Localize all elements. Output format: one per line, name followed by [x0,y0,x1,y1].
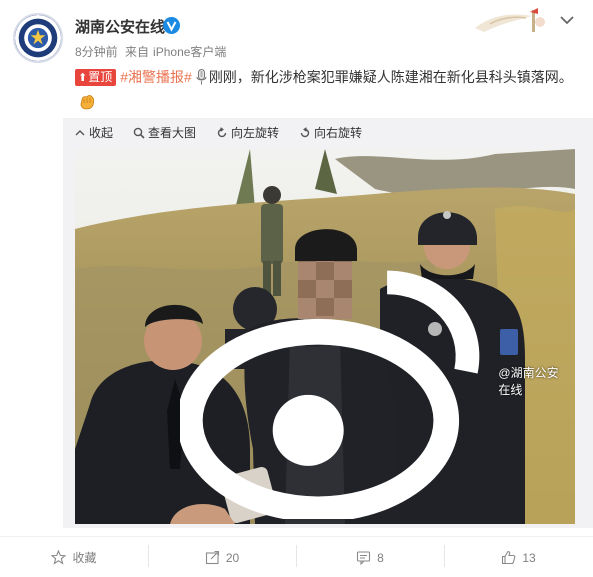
collapse-button[interactable]: 收起 [74,124,113,141]
repost-count: 20 [225,550,240,565]
post-source[interactable]: iPhone客户端 [153,45,226,59]
comment-button[interactable]: 8 [296,537,444,577]
photo-watermark: @湖南公安在线 [179,243,567,519]
card-decoration-icon [475,8,545,32]
pinned-label: 置顶 [88,70,113,84]
post-time[interactable]: 8分钟前 [75,45,118,59]
favorite-label: 收藏 [72,551,97,565]
chevron-down-icon[interactable] [559,14,575,26]
repost-icon [205,550,219,565]
rotate-left-label: 向左旋转 [231,126,280,140]
rotate-left-icon [217,127,227,138]
image-viewer: 收起 查看大图 向左旋转 向右旋转 @湖南公安在线 [63,118,593,528]
post-meta: 8分钟前 来自 iPhone客户端 [75,43,230,60]
account-name[interactable]: 湖南公安在线 [75,16,165,37]
fist-emoji-icon [80,95,95,110]
action-bar: 收藏 20 8 13 [0,536,593,577]
magnifier-icon [133,127,145,139]
rotate-left-button[interactable]: 向左旋转 [216,124,279,141]
like-count: 13 [522,550,536,565]
post-body: 刚刚，新化涉枪案犯罪嫌疑人陈建湘在新化县科头镇落网。 [208,69,573,85]
collapse-label: 收起 [89,126,114,140]
topic-link[interactable]: #湘警播报# [120,69,192,85]
collapse-icon [75,130,85,136]
comment-icon [357,551,371,565]
pin-arrow-icon: ⬆ [78,72,88,84]
weibo-logo-icon [179,270,480,519]
post-text: ⬆置顶 #湘警播报# 刚刚，新化涉枪案犯罪嫌疑人陈建湘在新化县科头镇落网。 [75,65,575,115]
star-icon [51,550,67,565]
thumbs-up-icon [502,550,516,565]
source-prefix: 来自 [125,45,150,59]
avatar[interactable] [13,13,63,63]
comment-count: 8 [377,550,384,565]
rotate-right-label: 向右旋转 [314,126,363,140]
rotate-right-icon [300,127,310,138]
pinned-badge: ⬆置顶 [75,69,117,86]
police-emblem-icon [15,15,61,61]
viewer-toolbar: 收起 查看大图 向左旋转 向右旋转 [63,118,593,148]
view-large-label: 查看大图 [148,126,197,140]
watermark-text: @湖南公安在线 [498,365,559,397]
rotate-right-button[interactable]: 向右旋转 [299,124,362,141]
favorite-button[interactable]: 收藏 [0,537,148,577]
mic-icon [196,69,207,85]
view-large-button[interactable]: 查看大图 [133,124,196,141]
repost-button[interactable]: 20 [148,537,296,577]
verified-icon [163,17,180,34]
weibo-card: 湖南公安在线 8分钟前 来自 iPhone客户端 ⬆置顶 #湘警播报# 刚刚，新化涉… [0,0,593,577]
like-button[interactable]: 13 [444,537,593,577]
post-photo[interactable]: @湖南公安在线 [75,149,575,524]
